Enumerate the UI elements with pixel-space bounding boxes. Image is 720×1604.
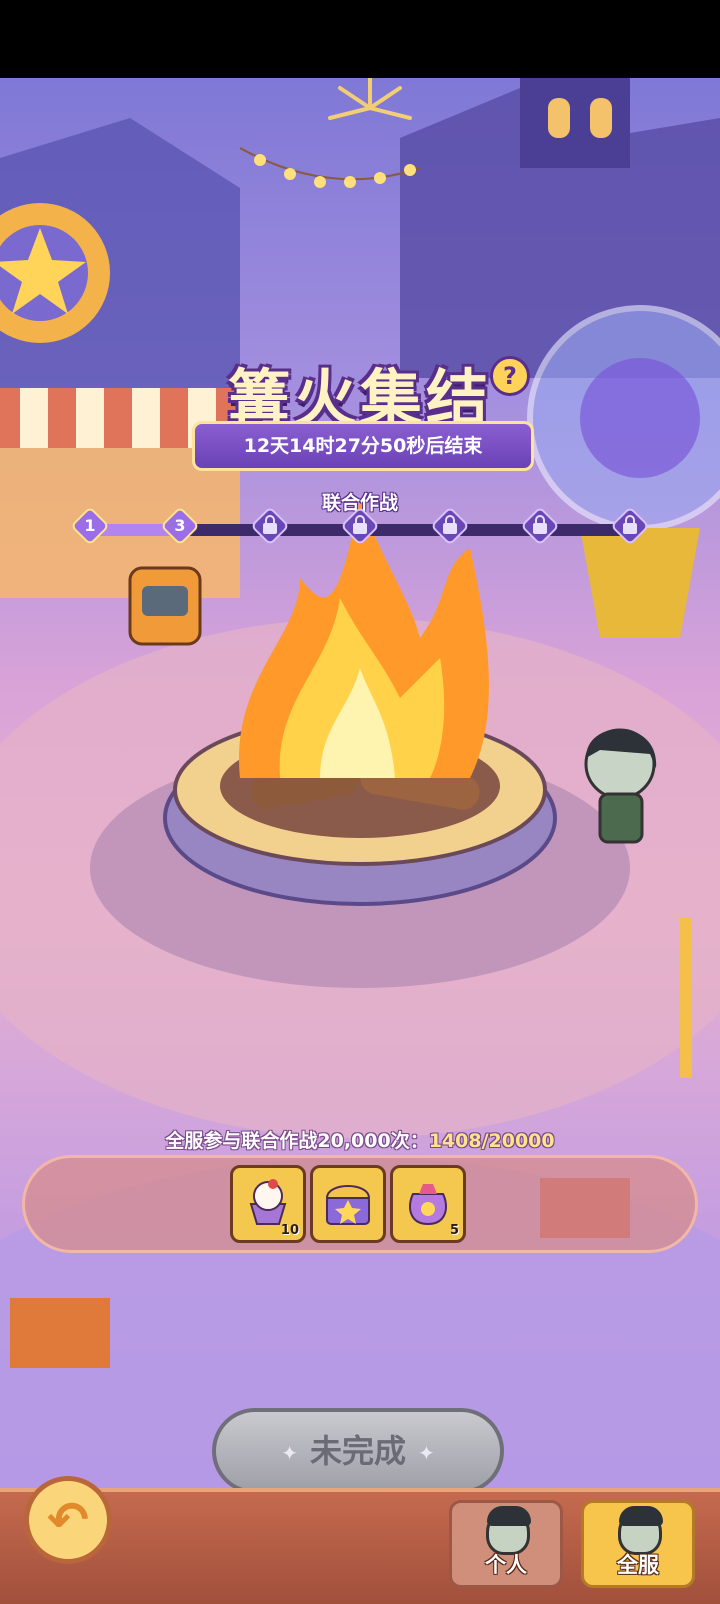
tab-server[interactable]: 全服 xyxy=(581,1500,695,1588)
help-icon[interactable]: ? xyxy=(490,356,530,396)
back-arrow-icon[interactable]: ↶ xyxy=(24,1476,112,1564)
cupcake-icon xyxy=(249,1179,287,1225)
gift-bag-icon xyxy=(409,1184,447,1226)
sparkle-icon: ✦ xyxy=(281,1441,298,1465)
reward-item-chest[interactable] xyxy=(310,1165,386,1243)
reward-count: 10 xyxy=(280,1223,299,1238)
lock-icon xyxy=(623,515,637,534)
stage-node-locked[interactable] xyxy=(520,506,560,546)
stage-progress-track: 13 xyxy=(70,506,650,546)
reward-item-gift-bag[interactable]: 5 xyxy=(390,1165,466,1243)
lock-icon xyxy=(533,515,547,534)
status-button-label: 未完成 xyxy=(309,1432,406,1470)
stage-node-locked[interactable] xyxy=(250,506,290,546)
game-scene: 篝火集结 ? 12天14时27分50秒后结束 联合作战 13 全服参与联合作战2… xyxy=(0,78,720,1600)
node-label: 1 xyxy=(84,516,96,535)
tab-personal[interactable]: 个人 xyxy=(449,1500,563,1588)
stage-node-locked[interactable] xyxy=(610,506,650,546)
reward-item-cupcake[interactable]: 10 xyxy=(230,1165,306,1243)
node-label: 3 xyxy=(174,516,186,535)
stage-node-locked[interactable] xyxy=(340,506,380,546)
stage-node[interactable]: 3 xyxy=(160,506,200,546)
lock-icon xyxy=(263,515,277,534)
reward-count: 5 xyxy=(449,1223,459,1238)
tab-label: 个人 xyxy=(485,1553,527,1577)
status-button-incomplete[interactable]: ✦ 未完成 ✦ xyxy=(212,1408,504,1494)
lock-icon xyxy=(443,515,457,534)
participation-count: 1408/20000 xyxy=(428,1130,555,1152)
lock-icon xyxy=(353,515,367,534)
stage-node[interactable]: 1 xyxy=(70,506,110,546)
event-countdown: 12天14时27分50秒后结束 xyxy=(192,421,534,471)
background-illustration xyxy=(0,78,720,1598)
sparkle-icon: ✦ xyxy=(418,1441,435,1465)
treasure-chest-icon xyxy=(325,1185,371,1225)
participation-label: 全服参与联合作战20,000次： xyxy=(165,1130,429,1152)
server-participation-text: 全服参与联合作战20,000次：1408/20000 xyxy=(0,1126,720,1153)
status-bar xyxy=(0,0,720,78)
tab-label: 全服 xyxy=(617,1553,659,1577)
stage-node-locked[interactable] xyxy=(430,506,470,546)
